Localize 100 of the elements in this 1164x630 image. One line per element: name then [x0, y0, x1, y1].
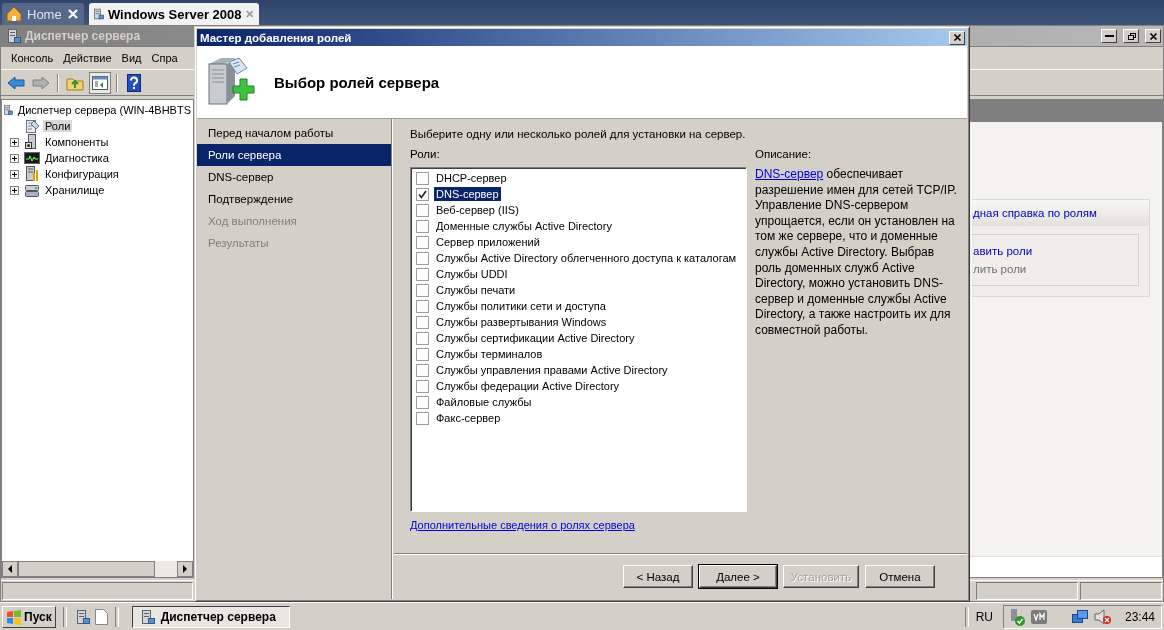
minimize-button[interactable] — [1101, 29, 1117, 43]
checkbox[interactable] — [416, 347, 429, 361]
role-item[interactable]: Службы развертывания Windows — [434, 315, 609, 329]
wizard-step[interactable]: Перед началом работы — [197, 122, 391, 144]
close-icon — [952, 33, 962, 42]
tree-item[interactable]: Роли — [43, 120, 73, 132]
browser-tab[interactable]: Home — [2, 3, 84, 25]
windows-logo-icon — [6, 608, 22, 625]
wizard-step[interactable]: Подтверждение — [197, 188, 391, 210]
link[interactable]: DNS-сервер — [755, 167, 824, 181]
language-indicator[interactable]: RU — [975, 609, 993, 624]
checkbox[interactable] — [416, 379, 429, 393]
forward-arrow-icon[interactable] — [32, 75, 50, 90]
close-button[interactable] — [1145, 29, 1161, 43]
checkbox[interactable] — [416, 299, 429, 313]
checkbox[interactable] — [416, 315, 429, 329]
close-button[interactable] — [949, 30, 965, 45]
link[interactable]: авить роли — [973, 245, 1138, 257]
wizard-step[interactable]: Роли сервера — [197, 144, 391, 166]
tree-item[interactable]: Хранилище — [43, 184, 107, 196]
panel-title[interactable]: дная справка по ролям — [972, 200, 1149, 226]
expand-icon[interactable] — [10, 153, 19, 163]
checkbox[interactable] — [416, 363, 429, 377]
restore-button[interactable] — [1123, 29, 1139, 43]
field-label: Описание: — [755, 148, 813, 160]
minimize-icon — [1104, 35, 1114, 37]
role-item[interactable]: Службы печати — [434, 283, 518, 297]
back-arrow-icon[interactable] — [7, 75, 25, 90]
instruction-text: Выберите одну или несколько ролей для установки на сервер. — [410, 128, 747, 140]
role-item[interactable]: Файловые службы — [434, 395, 534, 409]
expand-icon[interactable] — [10, 169, 19, 179]
link[interactable]: Дополнительные сведения о ролях сервера — [410, 519, 635, 553]
browser-tab[interactable]: Windows Server 2008 — [89, 3, 259, 25]
checkbox[interactable] — [416, 251, 429, 265]
wizard-step: Ход выполнения — [197, 210, 391, 232]
taskbar-button[interactable]: Диспетчер сервера — [131, 605, 290, 628]
button[interactable]: < Назад — [623, 565, 693, 588]
checkbox[interactable] — [416, 219, 429, 233]
configuration-icon — [24, 166, 40, 182]
server-add-icon — [205, 56, 255, 108]
wizard-step: Результаты — [197, 232, 391, 254]
checkbox[interactable] — [416, 267, 429, 281]
menu-item[interactable]: Вид — [116, 52, 147, 64]
checkbox[interactable] — [416, 331, 429, 345]
help-icon[interactable] — [127, 73, 141, 92]
document-icon[interactable] — [93, 608, 108, 625]
network-icon[interactable] — [1070, 608, 1089, 625]
checkbox[interactable] — [416, 395, 429, 409]
close-icon[interactable] — [245, 9, 253, 19]
role-item[interactable]: Службы управления правами Active Directory — [434, 363, 670, 377]
tree-item[interactable]: Компоненты — [43, 136, 111, 148]
role-item[interactable]: DNS-сервер — [434, 187, 501, 201]
wizard-step[interactable]: DNS-сервер — [197, 166, 391, 188]
close-icon — [1148, 31, 1158, 41]
role-item[interactable]: Факс-сервер — [434, 411, 503, 425]
role-item[interactable]: Службы сертификации Active Directory — [434, 331, 637, 345]
checkbox[interactable] — [416, 171, 429, 185]
console-tree-icon[interactable] — [92, 75, 108, 90]
clock: 23:44 — [1124, 609, 1155, 624]
description-text: DNS-сервер обеспечивает разрешение имен для сетей TCP/IP. Управление DNS-сервером упрощается, если он установлен на том же сервере, что и доменные службы Active Directory. Выбрав роль доменных служб Active Directory, можно установить DNS-сервер и доменные службы Active Directory, а также настроить их для совместной работы. — [755, 167, 958, 339]
window-title: Диспетчер сервера — [25, 29, 141, 43]
start-button[interactable]: Пуск — [2, 605, 56, 628]
role-item[interactable]: Службы терминалов — [434, 347, 545, 361]
field-label: Роли: — [410, 148, 441, 160]
button[interactable]: Отмена — [865, 565, 935, 588]
checkbox[interactable] — [416, 411, 429, 425]
role-item[interactable]: DHCP-сервер — [434, 171, 509, 185]
role-item[interactable]: Службы Active Directory облегченного доступа к каталогам — [434, 251, 739, 265]
role-item[interactable]: Сервер приложений — [434, 235, 542, 249]
checkbox[interactable] — [416, 187, 429, 201]
role-item[interactable]: Службы UDDI — [434, 267, 510, 281]
button[interactable]: Далее > — [699, 565, 777, 588]
server-icon — [5, 28, 21, 44]
dialog-title: Мастер добавления ролей — [200, 31, 353, 44]
server-icon — [2, 102, 13, 118]
checkbox[interactable] — [416, 203, 429, 217]
restore-icon — [1126, 31, 1136, 41]
role-item[interactable]: Службы федерации Active Directory — [434, 379, 622, 393]
tree-item[interactable]: Диагностика — [43, 152, 111, 164]
role-item[interactable]: Веб-сервер (IIS) — [434, 203, 521, 217]
checkbox[interactable] — [416, 283, 429, 297]
vm-icon[interactable] — [1030, 609, 1047, 624]
role-item[interactable]: Службы политики сети и доступа — [434, 299, 608, 313]
page-heading: Выбор ролей сервера — [274, 73, 440, 91]
menu-item[interactable]: Действие — [58, 52, 117, 64]
menu-item[interactable]: Консоль — [6, 52, 59, 64]
diagnostics-icon — [24, 150, 40, 166]
speaker-muted-icon[interactable] — [1093, 608, 1112, 625]
role-item[interactable]: Доменные службы Active Directory — [434, 219, 614, 233]
horizontal-scrollbar[interactable] — [2, 561, 193, 577]
roles-icon — [24, 118, 40, 134]
menu-item[interactable]: Спра — [146, 52, 183, 64]
checkbox[interactable] — [416, 235, 429, 249]
tree-item[interactable]: Диспетчер сервера (WIN-4BHBTS — [15, 104, 193, 116]
link: лить роли — [973, 263, 1028, 275]
server-icon — [92, 6, 104, 22]
home-icon — [5, 5, 23, 23]
expand-icon[interactable] — [10, 137, 19, 147]
expand-icon[interactable] — [10, 185, 19, 195]
tree-item[interactable]: Конфигурация — [43, 168, 121, 180]
